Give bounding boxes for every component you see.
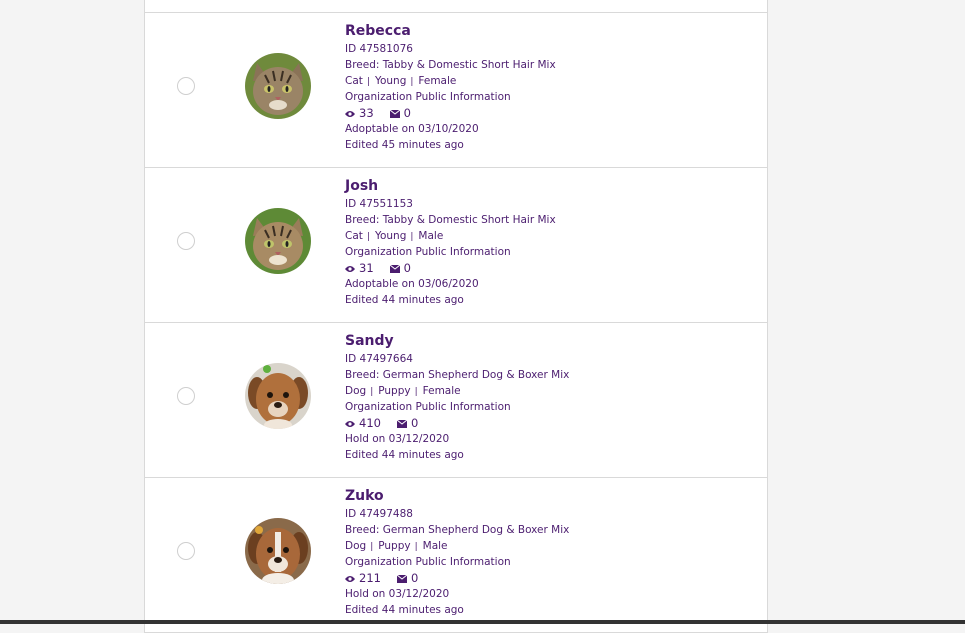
pet-stats: 211 0: [345, 570, 569, 586]
pet-id: ID 47497664: [345, 353, 413, 365]
pet-info: Zuko ID 47497488 Breed: German Shepherd …: [345, 488, 569, 618]
messages-count: 0: [410, 571, 419, 585]
eye-icon: [345, 416, 355, 432]
envelope-icon: [396, 571, 408, 587]
pet-sex: Female: [418, 75, 457, 87]
envelope-icon: [396, 416, 408, 432]
pet-age: Puppy: [378, 540, 411, 552]
pet-info: Josh ID 47551153 Breed: Tabby & Domestic…: [345, 178, 556, 308]
org-public-info: Organization Public Information: [345, 556, 511, 568]
tabby-cat-photo: [245, 53, 311, 119]
views-count: 410: [359, 416, 381, 430]
pet-row[interactable]: Sandy ID 47497664 Breed: German Shepherd…: [145, 323, 767, 478]
select-radio[interactable]: [177, 387, 195, 405]
pet-id: ID 47497488: [345, 508, 413, 520]
pet-status: Hold on 03/12/2020: [345, 588, 450, 600]
pet-name[interactable]: Sandy: [345, 333, 569, 351]
pet-photo[interactable]: [245, 518, 311, 584]
pet-sex: Male: [418, 230, 444, 242]
pet-photo[interactable]: [245, 53, 311, 119]
pet-name[interactable]: Josh: [345, 178, 556, 196]
puppy-photo: [245, 518, 311, 584]
views-count: 31: [359, 261, 374, 275]
views-count: 33: [359, 106, 374, 120]
pet-attributes: Dog | Puppy | Female: [345, 385, 461, 397]
select-radio[interactable]: [177, 542, 195, 560]
messages-count: 0: [410, 416, 419, 430]
pet-attributes: Cat | Young | Male: [345, 230, 444, 242]
pet-breed: Breed: Tabby & Domestic Short Hair Mix: [345, 214, 556, 226]
pet-stats: 33 0: [345, 105, 556, 121]
messages-count: 0: [403, 106, 411, 120]
pet-id: ID 47551153: [345, 198, 413, 210]
pet-breed: Breed: Tabby & Domestic Short Hair Mix: [345, 59, 556, 71]
bottom-bar: [0, 620, 965, 624]
pet-attributes: Dog | Puppy | Male: [345, 540, 448, 552]
select-radio[interactable]: [177, 232, 195, 250]
eye-icon: [345, 261, 355, 277]
messages-count: 0: [403, 261, 411, 275]
select-radio[interactable]: [177, 77, 195, 95]
envelope-icon: [389, 261, 400, 277]
org-public-info: Organization Public Information: [345, 91, 511, 103]
pet-age: Puppy: [378, 385, 411, 397]
pet-age: Young: [374, 230, 407, 242]
pet-stats: 31 0: [345, 260, 556, 276]
pet-row[interactable]: Rebecca ID 47581076 Breed: Tabby & Domes…: [145, 13, 767, 168]
pet-stats: 410 0: [345, 415, 569, 431]
pet-info: Sandy ID 47497664 Breed: German Shepherd…: [345, 333, 569, 463]
eye-icon: [345, 106, 355, 122]
pet-breed: Breed: German Shepherd Dog & Boxer Mix: [345, 524, 570, 536]
org-public-info: Organization Public Information: [345, 401, 511, 413]
envelope-icon: [389, 106, 400, 122]
pet-attributes: Cat | Young | Female: [345, 75, 457, 87]
eye-icon: [345, 571, 355, 587]
previous-row-stub: [145, 0, 767, 13]
pet-breed: Breed: German Shepherd Dog & Boxer Mix: [345, 369, 570, 381]
pet-status: Adoptable on 03/06/2020: [345, 278, 479, 290]
pet-list: Rebecca ID 47581076 Breed: Tabby & Domes…: [144, 0, 768, 633]
views-count: 211: [359, 571, 381, 585]
pet-row[interactable]: Josh ID 47551153 Breed: Tabby & Domestic…: [145, 168, 767, 323]
tabby-cat-photo: [245, 208, 311, 274]
pet-sex: Male: [422, 540, 448, 552]
pet-species: Dog: [345, 385, 367, 397]
pet-species: Dog: [345, 540, 367, 552]
pet-name[interactable]: Zuko: [345, 488, 569, 506]
puppy-photo: [245, 363, 311, 429]
pet-edited: Edited 44 minutes ago: [345, 449, 464, 461]
pet-edited: Edited 45 minutes ago: [345, 139, 464, 151]
pet-sex: Female: [422, 385, 461, 397]
pet-status: Hold on 03/12/2020: [345, 433, 450, 445]
pet-name[interactable]: Rebecca: [345, 23, 556, 41]
pet-edited: Edited 44 minutes ago: [345, 604, 464, 616]
org-public-info: Organization Public Information: [345, 246, 511, 258]
pet-photo[interactable]: [245, 208, 311, 274]
pet-id: ID 47581076: [345, 43, 413, 55]
pet-edited: Edited 44 minutes ago: [345, 294, 464, 306]
pet-species: Cat: [345, 75, 363, 87]
pet-photo[interactable]: [245, 363, 311, 429]
pet-status: Adoptable on 03/10/2020: [345, 123, 479, 135]
pet-species: Cat: [345, 230, 363, 242]
pet-info: Rebecca ID 47581076 Breed: Tabby & Domes…: [345, 23, 556, 153]
pet-row[interactable]: Zuko ID 47497488 Breed: German Shepherd …: [145, 478, 767, 633]
pet-age: Young: [374, 75, 407, 87]
